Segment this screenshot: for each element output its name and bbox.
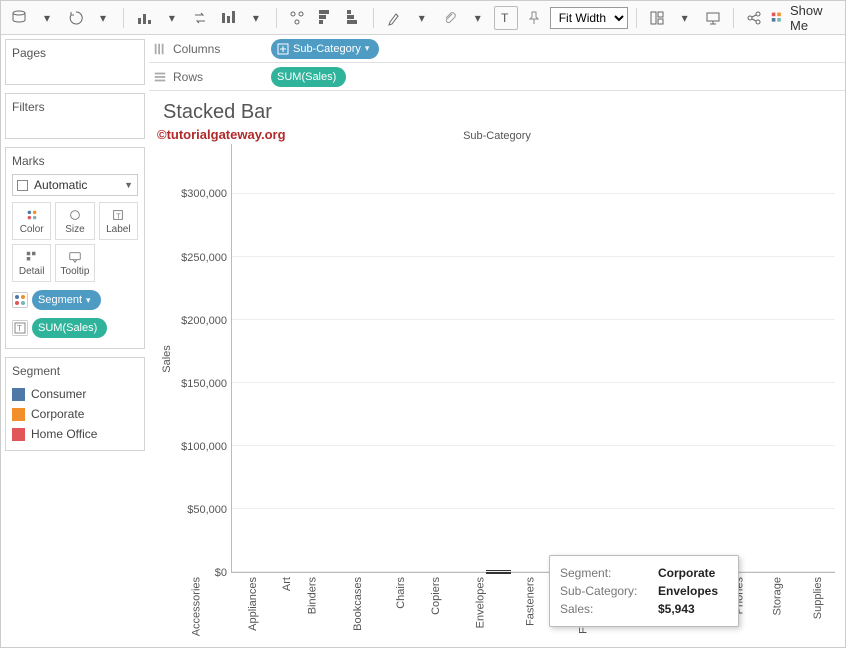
x-axis-categories: AccessoriesAppliancesArtBindersBookcases…	[159, 573, 846, 643]
show-me-label: Show Me	[790, 3, 839, 33]
chevron-down-icon[interactable]: ▾	[35, 6, 59, 30]
separator	[373, 8, 374, 28]
pin-icon[interactable]	[522, 6, 546, 30]
label-toggle-icon[interactable]: T	[494, 6, 518, 30]
columns-pill-subcategory[interactable]: Sub-Category ▾	[271, 39, 379, 59]
highlight-icon[interactable]	[382, 6, 406, 30]
x-category-label: Binders	[288, 573, 325, 643]
automatic-icon	[17, 180, 28, 191]
legend-card: Segment Consumer Corporate Home Office	[5, 357, 145, 451]
y-axis-title: Sales	[159, 144, 175, 573]
marks-type-select[interactable]: Automatic ▼	[12, 174, 138, 196]
barchart-icon[interactable]	[132, 6, 156, 30]
legend-item[interactable]: Consumer	[12, 384, 138, 404]
rows-icon	[153, 70, 167, 84]
plus-box-icon	[277, 43, 289, 55]
pages-label: Pages	[12, 46, 138, 60]
legend-swatch	[12, 388, 25, 401]
dashboard-icon[interactable]	[645, 6, 669, 30]
mark-label-button[interactable]: T Label	[99, 202, 138, 240]
chart-plot[interactable]: $49,191$87,105$52,820$51,560$118,161$68,…	[231, 144, 835, 573]
viz-panel: Columns Sub-Category ▾ Rows SUM(Sales) S…	[149, 35, 845, 647]
columns-icon	[153, 42, 167, 56]
legend-label: Consumer	[31, 387, 86, 401]
separator	[123, 8, 124, 28]
legend-swatch	[12, 428, 25, 441]
viz-area: Stacked Bar ©tutorialgateway.org Sub-Cat…	[149, 91, 845, 647]
chevron-down-icon[interactable]: ▾	[673, 6, 697, 30]
x-category-label: Copiers	[411, 573, 449, 643]
sort-asc-icon[interactable]	[313, 6, 337, 30]
x-category-label: Art	[274, 573, 288, 643]
x-category-label: Storage	[752, 573, 791, 643]
rows-pill-sumsales[interactable]: SUM(Sales)	[271, 67, 346, 87]
show-me-button[interactable]: Show Me	[770, 3, 839, 33]
mark-pill-sumsales[interactable]: T SUM(Sales)	[12, 316, 107, 340]
x-category-label: Tables	[833, 573, 846, 643]
marks-card: Marks Automatic ▼ Color Size T Label	[5, 147, 145, 349]
attach-icon[interactable]	[438, 6, 462, 30]
chevron-down-icon[interactable]: ▾	[410, 6, 434, 30]
color-dots-icon	[12, 292, 28, 308]
sort-desc-icon[interactable]	[341, 6, 365, 30]
tooltip: Segment:Corporate Sub-Category:Envelopes…	[549, 555, 739, 627]
filters-label: Filters	[12, 100, 138, 114]
chartdown-icon[interactable]	[216, 6, 240, 30]
svg-text:T: T	[501, 11, 509, 25]
share-icon[interactable]	[742, 6, 766, 30]
legend-label: Corporate	[31, 407, 84, 421]
main: Pages Filters Marks Automatic ▼ Color Si…	[1, 35, 845, 647]
svg-text:T: T	[117, 213, 122, 220]
chevron-down-icon[interactable]: ▾	[466, 6, 490, 30]
pages-shelf[interactable]: Pages	[5, 39, 145, 85]
mark-size-button[interactable]: Size	[55, 202, 94, 240]
separator	[636, 8, 637, 28]
legend-swatch	[12, 408, 25, 421]
chevron-down-icon[interactable]: ▾	[160, 6, 184, 30]
y-axis-ticks: $0$50,000$100,000$150,000$200,000$250,00…	[175, 144, 231, 573]
mark-detail-button[interactable]: Detail	[12, 244, 51, 282]
chevron-down-icon: ▼	[124, 180, 133, 190]
mark-tooltip-button[interactable]: Tooltip	[55, 244, 94, 282]
watermark: ©tutorialgateway.org	[157, 127, 286, 142]
toolbar: ▾ ▾ ▾ ▾ ▾ ▾ T Fit Width ▾ Show Me	[1, 1, 845, 35]
filters-shelf[interactable]: Filters	[5, 93, 145, 139]
columns-label: Columns	[173, 42, 220, 56]
x-category-label: Envelopes	[449, 573, 500, 643]
chevron-down-icon[interactable]: ▾	[244, 6, 268, 30]
legend-item[interactable]: Corporate	[12, 404, 138, 424]
legend-item[interactable]: Home Office	[12, 424, 138, 444]
separator	[276, 8, 277, 28]
undo-icon[interactable]	[63, 6, 87, 30]
svg-text:T: T	[17, 324, 22, 333]
separator	[733, 8, 734, 28]
mark-color-button[interactable]: Color	[12, 202, 51, 240]
mark-pill-segment[interactable]: Segment ▾	[12, 288, 101, 312]
side-panel: Pages Filters Marks Automatic ▼ Color Si…	[1, 35, 149, 647]
x-category-label: Supplies	[791, 573, 833, 643]
x-category-label: Appliances	[220, 573, 274, 643]
marks-buttons: Color Size T Label Detail Tooltip	[12, 202, 138, 282]
marks-label: Marks	[12, 154, 138, 168]
x-category-label: Fasteners	[500, 573, 549, 643]
fit-select[interactable]: Fit Width	[550, 7, 628, 29]
group-icon[interactable]	[285, 6, 309, 30]
viz-title[interactable]: Stacked Bar	[159, 99, 835, 130]
rows-shelf[interactable]: Rows SUM(Sales)	[149, 63, 845, 91]
presentation-icon[interactable]	[701, 6, 725, 30]
x-category-label: Bookcases	[325, 573, 379, 643]
label-box-icon: T	[12, 320, 28, 336]
columns-shelf[interactable]: Columns Sub-Category ▾	[149, 35, 845, 63]
chevron-down-icon[interactable]: ▾	[91, 6, 115, 30]
marks-type-value: Automatic	[34, 178, 87, 192]
x-category-label: Chairs	[379, 573, 411, 643]
database-icon[interactable]	[7, 6, 31, 30]
legend-title: Segment	[12, 364, 138, 378]
rows-label: Rows	[173, 70, 203, 84]
x-category-label: Accessories	[161, 573, 220, 643]
legend-label: Home Office	[31, 427, 97, 441]
swap-icon[interactable]	[188, 6, 212, 30]
